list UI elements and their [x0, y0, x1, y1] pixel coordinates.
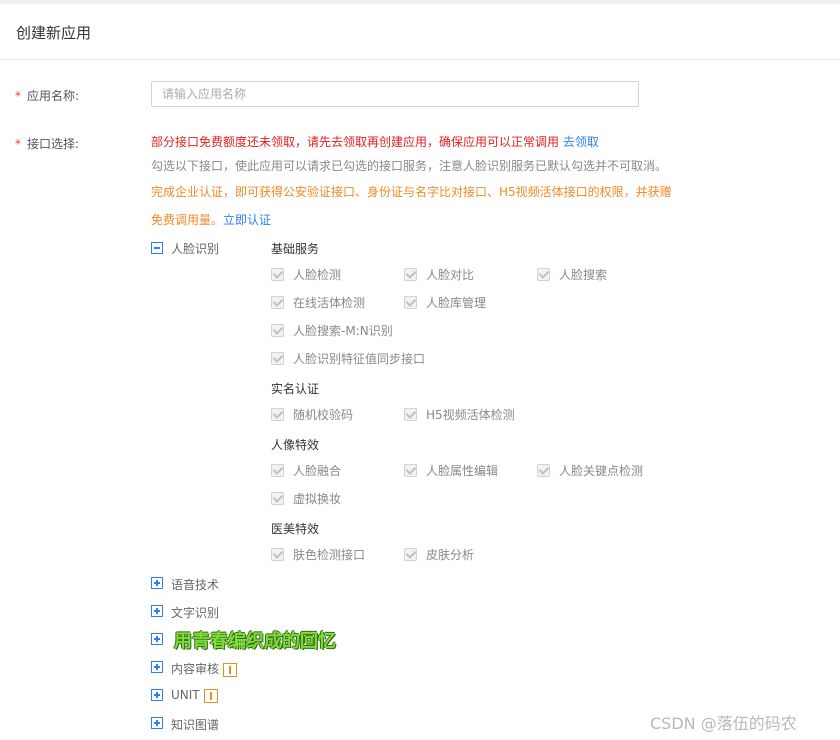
- checkbox-checked-icon: [271, 463, 284, 477]
- content-expand-icon[interactable]: [151, 661, 163, 673]
- checkbox-label: 人脸属性编辑: [426, 463, 499, 478]
- speech-expand-icon[interactable]: [151, 577, 163, 589]
- tree-label-content[interactable]: 内容审核: [171, 660, 238, 677]
- unit-expand-icon[interactable]: [151, 689, 163, 701]
- checkbox-checked-icon: [271, 323, 284, 337]
- checkbox-face-search-mn[interactable]: 人脸搜索-M:N识别: [271, 322, 393, 338]
- checkbox-virtual-makeup[interactable]: 虚拟换妆: [271, 490, 341, 506]
- checkbox-checked-icon: [271, 295, 284, 309]
- checkbox-label: 人脸库管理: [426, 295, 487, 310]
- required-mark: *: [15, 137, 21, 151]
- checkbox-checked-icon: [404, 267, 417, 281]
- checkbox-checked-icon: [404, 463, 417, 477]
- warning-badge-icon: [223, 662, 238, 677]
- hidden-category-expand-icon[interactable]: [151, 633, 163, 645]
- checkbox-checked-icon: [404, 407, 417, 421]
- header-divider: [0, 59, 840, 60]
- checkbox-liveness[interactable]: 在线活体检测: [271, 294, 365, 310]
- checkbox-face-merge[interactable]: 人脸融合: [271, 462, 341, 478]
- enterprise-notice-line1: 完成企业认证，即可获得公安验证接口、身份证与名字比对接口、H5视频活体接口的权限…: [151, 185, 672, 199]
- select-hint: 勾选以下接口，使此应用可以请求已勾选的接口服务，注意人脸识别服务已默认勾选并不可…: [151, 159, 668, 173]
- checkbox-checked-icon: [271, 267, 284, 281]
- quota-notice-text: 部分接口免费额度还未领取，请先去领取再创建应用，确保应用可以正常调用: [151, 135, 560, 149]
- tree-label-content-text: 内容审核: [171, 662, 220, 676]
- checkbox-label: 人脸关键点检测: [559, 463, 644, 478]
- checkbox-label: 人脸对比: [426, 267, 475, 282]
- checkbox-h5-liveness[interactable]: H5视频活体检测: [404, 406, 515, 422]
- enterprise-notice-line2: 免费调用量。立即认证: [151, 211, 271, 228]
- tree-label-unit-text: UNIT: [171, 688, 200, 702]
- checkbox-checked-icon: [537, 267, 550, 281]
- face-collapse-icon[interactable]: [151, 242, 163, 254]
- tree-label-unit[interactable]: UNIT: [171, 688, 218, 703]
- checkbox-checked-icon: [537, 463, 550, 477]
- checkbox-label: 人脸识别特征值同步接口: [293, 351, 426, 366]
- checkbox-checked-icon: [271, 547, 284, 561]
- tree-label-speech[interactable]: 语音技术: [171, 576, 219, 593]
- checkbox-checked-icon: [404, 547, 417, 561]
- checkbox-attr-edit[interactable]: 人脸属性编辑: [404, 462, 498, 478]
- required-mark: *: [15, 89, 21, 103]
- checkbox-checked-icon: [271, 491, 284, 505]
- checkbox-checked-icon: [271, 407, 284, 421]
- checkbox-label: 在线活体检测: [293, 295, 366, 310]
- app-name-label-text: 应用名称:: [27, 89, 80, 103]
- tree-label-ocr[interactable]: 文字识别: [171, 604, 219, 621]
- tree-label-kg[interactable]: 知识图谱: [171, 716, 219, 733]
- checkbox-skin-color[interactable]: 肤色检测接口: [271, 546, 365, 562]
- checkbox-face-detect[interactable]: 人脸检测: [271, 266, 341, 282]
- watermark: CSDN @落伍的码农: [650, 714, 797, 733]
- checkbox-label: 皮肤分析: [426, 547, 475, 562]
- claim-quota-link[interactable]: 去领取: [563, 135, 599, 149]
- api-select-label: * 接口选择:: [15, 135, 79, 152]
- kg-expand-icon[interactable]: [151, 717, 163, 729]
- enterprise-notice-text: 免费调用量。: [151, 213, 224, 227]
- ocr-expand-icon[interactable]: [151, 605, 163, 617]
- checkbox-checked-icon: [404, 295, 417, 309]
- app-name-input[interactable]: [151, 81, 639, 107]
- app-name-label: * 应用名称:: [15, 87, 79, 104]
- checkbox-label: 人脸检测: [293, 267, 342, 282]
- page-title: 创建新应用: [16, 24, 92, 42]
- checkbox-label: 人脸搜索-M:N识别: [293, 323, 393, 338]
- verify-now-link[interactable]: 立即认证: [223, 213, 271, 227]
- checkbox-feature-sync[interactable]: 人脸识别特征值同步接口: [271, 350, 425, 366]
- checkbox-label: 人脸搜索: [559, 267, 608, 282]
- api-select-label-text: 接口选择:: [27, 137, 80, 151]
- checkbox-face-compare[interactable]: 人脸对比: [404, 266, 474, 282]
- overlay-caption: 用青春编织成的回忆: [174, 631, 336, 652]
- top-bar: [0, 0, 840, 4]
- checkbox-label: H5视频活体检测: [426, 407, 515, 422]
- checkbox-label: 肤色检测接口: [293, 547, 366, 562]
- checkbox-face-search[interactable]: 人脸搜索: [537, 266, 607, 282]
- warning-badge-icon: [203, 688, 218, 703]
- checkbox-label: 人脸融合: [293, 463, 342, 478]
- tree-label-face[interactable]: 人脸识别: [171, 240, 219, 257]
- checkbox-skin-analysis[interactable]: 皮肤分析: [404, 546, 474, 562]
- group-title-basic: 基础服务: [271, 242, 320, 256]
- quota-notice: 部分接口免费额度还未领取，请先去领取再创建应用，确保应用可以正常调用 去领取: [151, 133, 599, 150]
- checkbox-random-code[interactable]: 随机校验码: [271, 406, 353, 422]
- group-title-realname: 实名认证: [271, 382, 320, 396]
- checkbox-checked-icon: [271, 351, 284, 365]
- group-title-beauty: 医美特效: [271, 522, 320, 536]
- checkbox-landmark[interactable]: 人脸关键点检测: [537, 462, 643, 478]
- group-title-effects: 人像特效: [271, 438, 320, 452]
- checkbox-label: 虚拟换妆: [293, 491, 342, 506]
- checkbox-label: 随机校验码: [293, 407, 354, 422]
- checkbox-face-db[interactable]: 人脸库管理: [404, 294, 486, 310]
